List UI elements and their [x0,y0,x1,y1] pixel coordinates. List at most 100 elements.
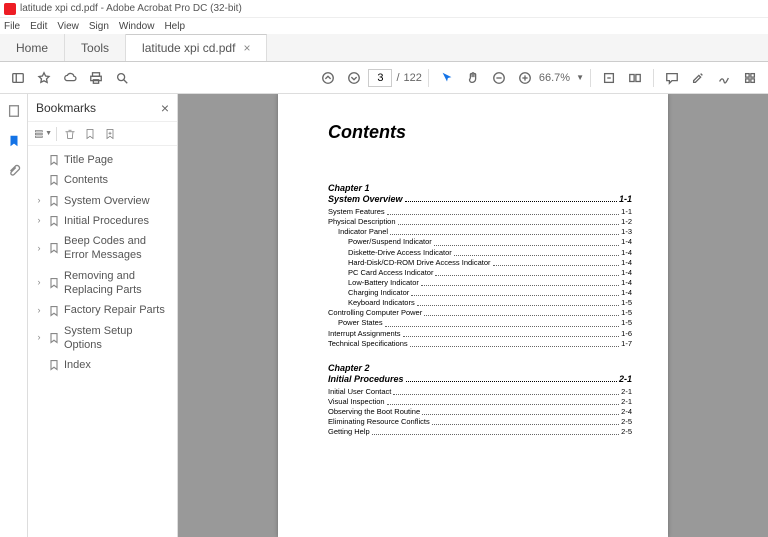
bookmark-icon [48,174,60,186]
bookmark-item[interactable]: › Initial Procedures [28,211,177,231]
search-icon[interactable] [110,66,134,90]
chapter-1-block: Chapter 1 System Overview 1-1 System Fea… [328,183,632,349]
bookmark-icon [48,305,60,317]
chevron-right-icon[interactable]: › [34,332,44,344]
page-number: / 122 [368,69,421,87]
pdf-page: Contents Chapter 1 System Overview 1-1 S… [278,94,668,537]
zoom-level[interactable]: 66.7%▼ [539,72,584,84]
chapter-2-title-row: Initial Procedures 2-1 [328,374,632,384]
tab-bar: Home Tools latitude xpi cd.pdf × [0,34,768,62]
sign-icon[interactable] [712,66,736,90]
bookmark-label: Index [64,358,171,372]
menu-view[interactable]: View [57,21,79,32]
document-viewport[interactable]: Contents Chapter 1 System Overview 1-1 S… [178,94,768,537]
bookmark-item[interactable]: › Beep Codes and Error Messages [28,231,177,266]
tab-tools[interactable]: Tools [65,34,126,61]
zoom-in-icon[interactable] [513,66,537,90]
bookmark-label: Contents [64,173,171,187]
menu-help[interactable]: Help [164,21,185,32]
menu-window[interactable]: Window [119,21,155,32]
page-down-icon[interactable] [342,66,366,90]
chevron-right-icon[interactable]: › [34,195,44,207]
highlight-icon[interactable] [686,66,710,90]
tab-document[interactable]: latitude xpi cd.pdf × [126,34,267,61]
toc-line: Interrupt Assignments1-6 [328,329,632,339]
menu-bar: File Edit View Sign Window Help [0,18,768,34]
toc-line: Power/Suspend Indicator1-4 [328,237,632,247]
attachments-icon[interactable] [5,162,23,180]
toc-line: Technical Specifications1-7 [328,339,632,349]
bookmark-icon [48,277,60,289]
new-bookmark-icon[interactable] [81,125,99,143]
tab-close-icon[interactable]: × [243,41,250,55]
bookmark-icon [48,332,60,344]
toolbar: / 122 66.7%▼ [0,62,768,94]
toc-line: Indicator Panel1-3 [328,227,632,237]
select-tool-icon[interactable] [435,66,459,90]
bookmark-label: Beep Codes and Error Messages [64,234,171,263]
bookmark-label: Factory Repair Parts [64,303,171,317]
zoom-out-icon[interactable] [487,66,511,90]
bookmark-icon [48,242,60,254]
bookmarks-panel: Bookmarks × ▼ Title Page Contents› Syste… [28,94,178,537]
toc-line: Low-Battery Indicator1-4 [328,278,632,288]
bookmarks-list: Title Page Contents› System Overview› In… [28,146,177,537]
close-panel-icon[interactable]: × [161,100,169,116]
cloud-icon[interactable] [58,66,82,90]
toc-line: Visual Inspection2-1 [328,397,632,407]
page-heading: Contents [328,122,632,143]
chevron-right-icon[interactable]: › [34,215,44,227]
toc-line: Power States1-5 [328,318,632,328]
bookmark-icon [48,195,60,207]
chevron-right-icon[interactable]: › [34,277,44,289]
more-tools-icon[interactable] [738,66,762,90]
bookmark-label: Title Page [64,153,171,167]
sidebar-toggle-icon[interactable] [6,66,30,90]
app-icon [4,3,16,15]
bookmark-item[interactable]: Contents [28,170,177,190]
toc-line: Keyboard Indicators1-5 [328,298,632,308]
menu-edit[interactable]: Edit [30,21,47,32]
delete-bookmark-icon[interactable] [61,125,79,143]
bookmark-label: System Setup Options [64,324,171,353]
toc-line: Initial User Contact2-1 [328,387,632,397]
bookmarks-icon[interactable] [5,132,23,150]
find-bookmark-icon[interactable] [101,125,119,143]
menu-sign[interactable]: Sign [89,21,109,32]
page-total: 122 [404,72,422,84]
tab-home[interactable]: Home [0,34,65,61]
toc-line: Eliminating Resource Conflicts2-5 [328,417,632,427]
thumbnails-icon[interactable] [5,102,23,120]
fit-page-icon[interactable] [623,66,647,90]
page-up-icon[interactable] [316,66,340,90]
bookmark-item[interactable]: Index [28,355,177,375]
toc-line: Getting Help2-5 [328,427,632,437]
bookmark-label: Removing and Replacing Parts [64,269,171,298]
bookmarks-toolbar: ▼ [28,122,177,146]
chapter-1-label: Chapter 1 [328,183,632,193]
toc-line: Physical Description1-2 [328,217,632,227]
bookmark-icon [48,215,60,227]
chevron-right-icon[interactable]: › [34,243,44,255]
bookmark-item[interactable]: › System Setup Options [28,321,177,356]
left-rail [0,94,28,537]
bookmark-item[interactable]: › Removing and Replacing Parts [28,266,177,301]
page-current-input[interactable] [368,69,392,87]
bookmark-item[interactable]: Title Page [28,150,177,170]
comment-icon[interactable] [660,66,684,90]
menu-file[interactable]: File [4,21,20,32]
bookmark-options-icon[interactable]: ▼ [34,125,52,143]
toc-line: Charging Indicator1-4 [328,288,632,298]
print-icon[interactable] [84,66,108,90]
fit-width-icon[interactable] [597,66,621,90]
toc-line: Controlling Computer Power1-5 [328,308,632,318]
bookmark-item[interactable]: › Factory Repair Parts [28,300,177,320]
toc-line: Diskette-Drive Access Indicator1-4 [328,248,632,258]
star-icon[interactable] [32,66,56,90]
bookmark-item[interactable]: › System Overview [28,191,177,211]
main-area: Bookmarks × ▼ Title Page Contents› Syste… [0,94,768,537]
hand-tool-icon[interactable] [461,66,485,90]
chapter-2-label: Chapter 2 [328,363,632,373]
chevron-right-icon[interactable]: › [34,305,44,317]
chapter-2-block: Chapter 2 Initial Procedures 2-1 Initial… [328,363,632,438]
